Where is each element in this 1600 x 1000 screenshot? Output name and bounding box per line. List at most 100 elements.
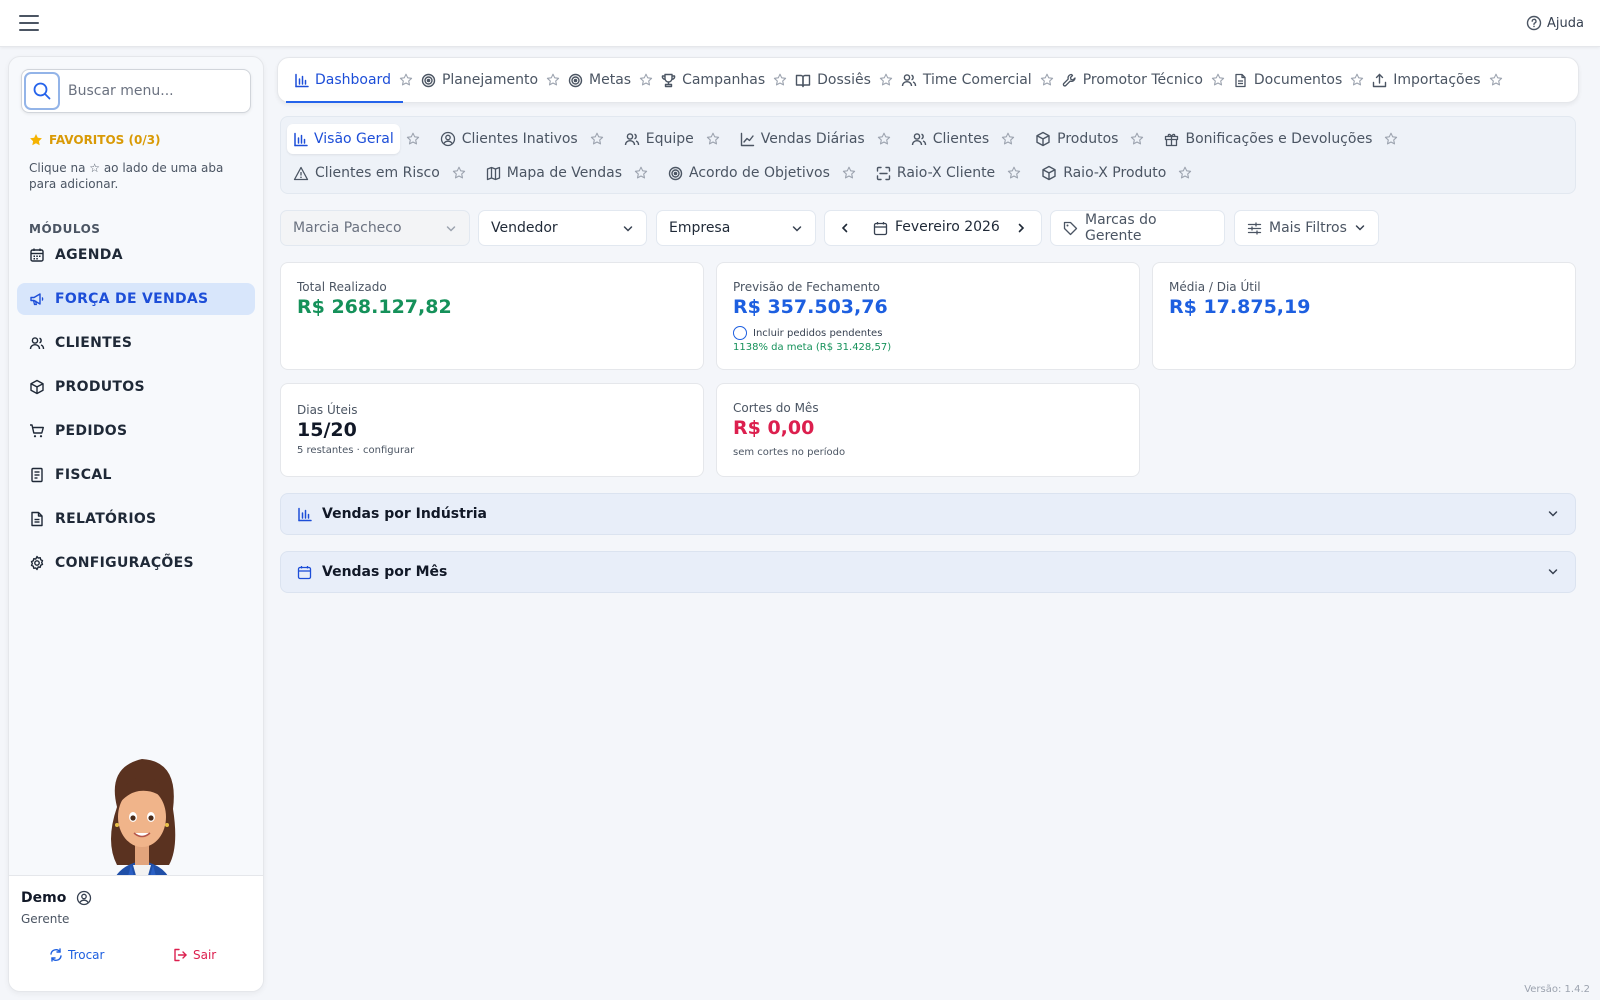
bar-chart-icon [293, 132, 308, 147]
trophy-icon [661, 73, 676, 88]
nav-item-relatorios[interactable]: RELATÓRIOS [17, 503, 255, 535]
hamburger-menu-icon[interactable] [18, 13, 42, 33]
star-outline-icon[interactable] [706, 132, 720, 146]
tab-planejamento[interactable]: Planejamento [421, 58, 560, 102]
card-previsao-fechamento: Previsão de Fechamento R$ 357.503,76 Inc… [716, 262, 1140, 370]
more-filters-button[interactable]: Mais Filtros [1234, 210, 1379, 246]
users-icon [901, 72, 917, 88]
star-outline-icon[interactable] [452, 166, 466, 180]
period-label[interactable]: Fevereiro 2026 [895, 219, 1000, 235]
nav-item-label: PRODUTOS [55, 379, 145, 395]
tab-time-comercial[interactable]: Time Comercial [901, 58, 1054, 102]
period-picker: Fevereiro 2026 [824, 210, 1042, 246]
subtab-clientes-em-risco[interactable]: Clientes em Risco [287, 158, 446, 188]
star-outline-icon[interactable] [1350, 73, 1364, 87]
nav-item-agenda[interactable]: AGENDA [17, 239, 255, 271]
star-outline-icon[interactable] [634, 166, 648, 180]
star-outline-icon[interactable] [1211, 73, 1225, 87]
favorites-title: FAVORITOS (0/3) [29, 133, 161, 147]
chevron-left-icon[interactable] [839, 222, 851, 234]
user-circle-icon[interactable] [76, 890, 92, 906]
subtab-clientes[interactable]: Clientes [905, 124, 995, 154]
star-outline-icon[interactable] [773, 73, 787, 87]
subtab-bonificacoes-devolucoes[interactable]: Bonificações e Devoluções [1158, 124, 1378, 154]
search-icon[interactable] [24, 72, 60, 110]
logout-button[interactable]: Sair [173, 948, 216, 962]
user-role: Gerente [21, 912, 70, 926]
card-dias-uteis: Dias Úteis 15/20 5 restantes · configura… [280, 383, 704, 477]
user-name: Demo [21, 890, 92, 906]
sliders-icon [1247, 221, 1262, 236]
tab-dossies[interactable]: Dossiês [795, 58, 893, 102]
tab-promotor-tecnico[interactable]: Promotor Técnico [1062, 58, 1225, 102]
subtab-visao-geral[interactable]: Visão Geral [287, 124, 400, 154]
accordion-vendas-por-mes[interactable]: Vendas por Mês [280, 551, 1576, 593]
star-outline-icon[interactable] [1040, 73, 1054, 87]
subtab-raio-x-produto[interactable]: Raio-X Produto [1035, 158, 1172, 188]
star-outline-icon[interactable] [639, 73, 653, 87]
subtab-produtos[interactable]: Produtos [1029, 124, 1124, 154]
card-media-dia-util: Média / Dia Útil R$ 17.875,19 [1152, 262, 1576, 370]
star-outline-icon[interactable] [1130, 132, 1144, 146]
help-button[interactable]: Ajuda [1526, 15, 1584, 31]
nav-item-pedidos[interactable]: PEDIDOS [17, 415, 255, 447]
subtab-clientes-inativos[interactable]: Clientes Inativos [434, 124, 584, 154]
manager-select[interactable]: Marcia Pacheco [280, 210, 470, 246]
nav-item-label: RELATÓRIOS [55, 511, 157, 527]
star-outline-icon[interactable] [546, 73, 560, 87]
nav-item-fiscal[interactable]: FISCAL [17, 459, 255, 491]
user-circle-icon [440, 131, 456, 147]
tab-campanhas[interactable]: Campanhas [661, 58, 787, 102]
search-input[interactable] [68, 76, 243, 106]
star-outline-icon[interactable] [1489, 73, 1503, 87]
nav-item-forca-de-vendas[interactable]: FORÇA DE VENDAS [17, 283, 255, 315]
calendar-icon [29, 247, 45, 263]
refresh-icon [49, 948, 63, 962]
nav-item-label: FISCAL [55, 467, 112, 483]
brands-button[interactable]: Marcas do Gerente [1050, 210, 1225, 246]
warning-icon [293, 166, 309, 181]
star-outline-icon[interactable] [879, 73, 893, 87]
nav-item-clientes[interactable]: CLIENTES [17, 327, 255, 359]
switch-user-button[interactable]: Trocar [49, 948, 104, 962]
accordion-vendas-por-industria[interactable]: Vendas por Indústria [280, 493, 1576, 535]
box-icon [29, 379, 45, 395]
calendar-icon [873, 221, 888, 236]
subtab-mapa-de-vendas[interactable]: Mapa de Vendas [480, 158, 628, 188]
company-select[interactable]: Empresa [656, 210, 816, 246]
gear-icon [29, 555, 45, 571]
tab-importacoes[interactable]: Importações [1372, 58, 1502, 102]
chevron-down-icon [445, 223, 457, 235]
subtab-equipe[interactable]: Equipe [618, 124, 700, 154]
star-outline-icon[interactable] [1384, 132, 1398, 146]
cuts-value: R$ 0,00 [733, 417, 815, 439]
subtab-acordo-de-objetivos[interactable]: Acordo de Objetivos [662, 158, 836, 188]
search-box[interactable] [21, 69, 251, 113]
chevron-right-icon[interactable] [1015, 222, 1027, 234]
star-outline-icon[interactable] [406, 132, 420, 146]
star-outline-icon[interactable] [399, 73, 413, 87]
tab-documentos[interactable]: Documentos [1233, 58, 1364, 102]
star-outline-icon[interactable] [590, 132, 604, 146]
star-outline-icon[interactable] [1178, 166, 1192, 180]
nav-item-produtos[interactable]: PRODUTOS [17, 371, 255, 403]
nav-item-configuracoes[interactable]: CONFIGURAÇÕES [17, 547, 255, 579]
tab-dashboard[interactable]: Dashboard [286, 58, 413, 103]
star-outline-icon[interactable] [1007, 166, 1021, 180]
seller-select[interactable]: Vendedor [478, 210, 647, 246]
star-outline-icon[interactable] [1001, 132, 1015, 146]
cart-icon [29, 423, 45, 439]
star-outline-icon[interactable] [877, 132, 891, 146]
star-outline-icon[interactable] [842, 166, 856, 180]
subtab-vendas-diarias[interactable]: Vendas Diárias [734, 124, 871, 154]
subtab-raio-x-cliente[interactable]: Raio-X Cliente [870, 158, 1001, 188]
modules-title: MÓDULOS [29, 222, 101, 236]
days-configure-link[interactable]: 5 restantes · configurar [297, 445, 414, 456]
book-icon [795, 73, 811, 88]
tab-metas[interactable]: Metas [568, 58, 653, 102]
include-pending-checkbox[interactable]: Incluir pedidos pendentes [733, 326, 882, 340]
users-icon [29, 335, 45, 351]
help-label: Ajuda [1547, 15, 1584, 31]
radio-toggle[interactable] [733, 326, 747, 340]
days-value: 15/20 [297, 419, 357, 441]
